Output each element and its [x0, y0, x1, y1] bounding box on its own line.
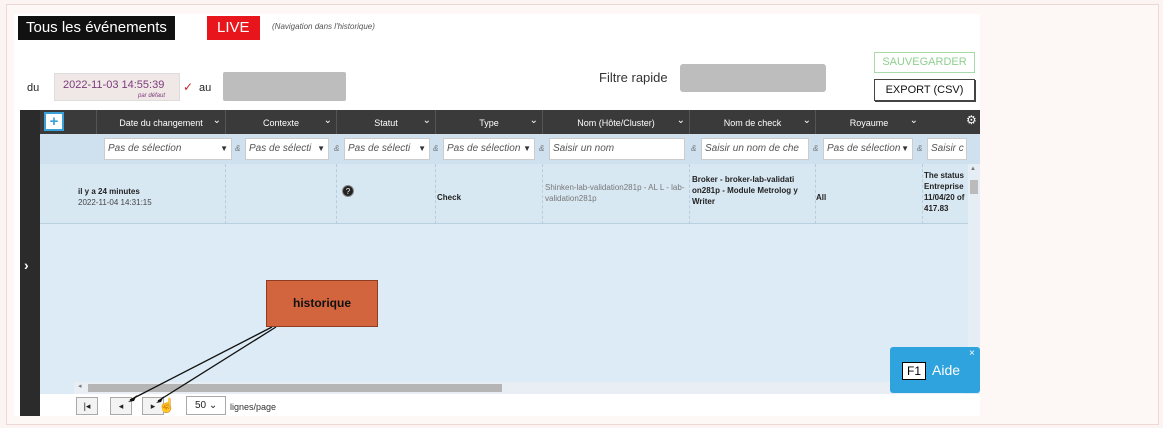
question-icon: ? [342, 185, 354, 197]
page-size-select[interactable]: 50 ⌄ [186, 396, 226, 415]
chevron-down-icon[interactable]: ⌄ [213, 108, 221, 134]
filter-status[interactable]: Pas de sélecti ▼ [344, 138, 430, 160]
chevron-down-icon[interactable]: ⌄ [803, 108, 811, 134]
filter-type[interactable]: Pas de sélection ▼ [443, 138, 535, 160]
export-csv-button[interactable]: EXPORT (CSV) [874, 79, 975, 101]
events-table: + Date du changement ⌄ Contexte ⌄ Statut ⌄ … [40, 110, 980, 416]
scroll-up-icon[interactable]: ▲ [970, 166, 976, 172]
from-date-field[interactable]: 2022-11-03 14:55:39 par défaut [54, 73, 180, 101]
column-host-label: Nom (Hôte/Cluster) [577, 118, 655, 128]
filter-date-text: Pas de sélection [108, 143, 182, 154]
save-button[interactable]: SAUVEGARDER [874, 52, 975, 73]
add-column-button[interactable]: + [44, 112, 64, 131]
filter-check-input[interactable]: Saisir un nom de che [701, 138, 809, 160]
column-realm-label: Royaume [849, 118, 889, 128]
from-date-value: 2022-11-03 14:55:39 [63, 79, 165, 91]
chevron-down-icon[interactable]: ⌄ [910, 108, 918, 134]
table-header: + Date du changement ⌄ Contexte ⌄ Statut ⌄ … [40, 110, 980, 134]
first-page-button[interactable]: |◂ [76, 397, 98, 415]
column-context[interactable]: Contexte ⌄ [225, 110, 336, 134]
horizontal-scroll-thumb[interactable] [88, 384, 502, 392]
row-type: Check [437, 193, 462, 202]
help-label: Aide [932, 362, 961, 378]
filter-context[interactable]: Pas de sélecti ▼ [245, 138, 329, 160]
row-output: The status Entreprise 11/04/20 of 417.83 [924, 171, 965, 213]
column-status-label: Statut [374, 118, 398, 128]
history-callout: historique [266, 280, 378, 327]
column-type-label: Type [479, 118, 499, 128]
column-date-label: Date du changement [119, 118, 203, 128]
vertical-scroll-thumb[interactable] [970, 180, 978, 194]
column-realm[interactable]: Royaume ⌄ [815, 110, 922, 134]
and-icon: & [813, 144, 819, 153]
filter-date[interactable]: Pas de sélection ▼ [104, 138, 232, 160]
filter-context-text: Pas de sélecti [249, 143, 312, 154]
expand-chevron-icon[interactable]: › [24, 257, 29, 273]
and-icon: & [433, 144, 439, 153]
previous-page-button[interactable]: ◂ [110, 397, 132, 415]
filter-status-text: Pas de sélecti [348, 143, 411, 154]
chevron-down-icon[interactable]: ⌄ [530, 108, 538, 134]
column-divider [435, 164, 436, 224]
column-host[interactable]: Nom (Hôte/Cluster) ⌄ [542, 110, 689, 134]
and-icon: & [235, 144, 241, 153]
quick-filter-label: Filtre rapide [599, 70, 668, 85]
help-widget[interactable]: F1 Aide × [890, 347, 980, 393]
left-rail[interactable] [20, 110, 40, 416]
and-icon: & [691, 144, 697, 153]
page-size-label: lignes/page [230, 402, 277, 412]
hand-cursor-icon: ☝ [158, 397, 176, 413]
column-divider [336, 164, 337, 224]
column-divider [225, 164, 226, 224]
table-row[interactable] [40, 164, 970, 224]
chevron-down-icon[interactable]: ⌄ [324, 108, 332, 134]
page-size-value: 50 [195, 400, 207, 411]
column-divider [689, 164, 690, 224]
column-status[interactable]: Statut ⌄ [336, 110, 435, 134]
dropdown-arrow-icon: ▼ [523, 144, 531, 153]
to-date-field[interactable] [223, 72, 346, 101]
row-check[interactable]: Broker - broker-lab-validati on281p - Mo… [692, 174, 814, 207]
dropdown-arrow-icon: ▼ [317, 144, 325, 153]
horizontal-scrollbar[interactable]: ◂ [74, 382, 964, 394]
row-relative-time: il y a 24 minutes [78, 187, 140, 196]
from-date-default: par défaut [138, 93, 166, 99]
column-check-label: Nom de check [723, 118, 782, 128]
f1-key: F1 [902, 362, 926, 380]
dropdown-arrow-icon: ▼ [220, 144, 228, 153]
filter-realm-text: Pas de sélection [827, 143, 901, 154]
column-divider [922, 164, 923, 224]
and-icon: & [917, 144, 923, 153]
scroll-left-icon[interactable]: ◂ [78, 382, 82, 390]
quick-filter-input[interactable] [680, 64, 826, 92]
filter-realm[interactable]: Pas de sélection ▼ [823, 138, 913, 160]
filter-type-text: Pas de sélection [447, 143, 521, 154]
from-label: du [27, 82, 40, 94]
gear-icon[interactable]: ⚙ [966, 113, 977, 127]
column-context-label: Contexte [262, 118, 300, 128]
filter-row: Pas de sélection ▼ & Pas de sélecti ▼ & Pa… [40, 134, 980, 164]
row-host[interactable]: Shinken-lab-validation281p - AL L - lab-… [545, 182, 687, 204]
row-realm: All [816, 193, 827, 202]
and-icon: & [334, 144, 340, 153]
column-date[interactable]: Date du changement ⌄ [96, 110, 225, 134]
dropdown-arrow-icon: ▼ [901, 144, 909, 153]
chevron-down-icon[interactable]: ⌄ [677, 108, 685, 134]
pager: |◂ ◂ ▸ 50 ⌄ lignes/page [40, 394, 980, 416]
filter-output-input[interactable]: Saisir c [927, 138, 967, 160]
chevron-down-icon[interactable]: ⌄ [423, 108, 431, 134]
all-events-button[interactable]: Tous les événements [18, 16, 175, 40]
column-type[interactable]: Type ⌄ [435, 110, 542, 134]
history-nav-label: (Navigation dans l'historique) [272, 22, 375, 31]
close-icon[interactable]: × [969, 348, 975, 359]
dropdown-arrow-icon: ▼ [418, 144, 426, 153]
to-label: au [199, 82, 212, 94]
filter-host-input[interactable]: Saisir un nom [549, 138, 685, 160]
and-icon: & [539, 144, 545, 153]
live-button[interactable]: LIVE [207, 16, 260, 40]
column-check[interactable]: Nom de check ⌄ [689, 110, 815, 134]
column-divider [542, 164, 543, 224]
row-datetime: 2022-11-04 14:31:15 [78, 198, 152, 207]
reset-date-icon[interactable]: ✓ [183, 80, 193, 94]
